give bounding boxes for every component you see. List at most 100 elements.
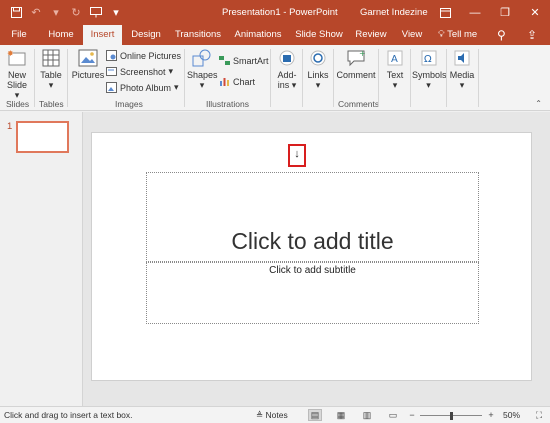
table-icon — [42, 49, 60, 67]
save-icon[interactable] — [8, 4, 24, 20]
comment-label: Comment — [336, 70, 376, 80]
group-separator — [378, 49, 379, 107]
smartart-button[interactable]: SmartArt — [219, 55, 269, 66]
subtitle-placeholder-text: Click to add subtitle — [269, 265, 356, 276]
redo-icon[interactable]: ↻ — [68, 4, 84, 20]
notes-button[interactable]: ≜ Notes — [256, 410, 288, 421]
addins-icon — [279, 50, 295, 66]
text-box-cursor-highlight: ↓ — [288, 144, 306, 167]
status-bar: Click and drag to insert a text box. ≜ N… — [0, 406, 550, 423]
table-label: Table — [40, 70, 62, 80]
group-label-comments: Comments — [338, 99, 380, 109]
online-pictures-label: Online Pictures — [120, 50, 182, 61]
smartart-icon — [219, 56, 230, 65]
tab-review[interactable]: Review — [352, 25, 390, 45]
group-separator — [410, 49, 411, 107]
close-icon[interactable]: ✕ — [520, 0, 550, 25]
screenshot-button[interactable]: Screenshot ▾ — [106, 66, 173, 77]
normal-view-icon[interactable]: ▤ — [308, 409, 322, 421]
group-label-slides: Slides — [6, 99, 30, 109]
group-label-illustrations: Illustrations — [206, 99, 249, 109]
tab-design[interactable]: Design — [128, 25, 164, 45]
photo-album-label: Photo Album — [120, 82, 172, 93]
group-separator — [270, 49, 271, 107]
zoom-out-icon[interactable]: − — [405, 409, 419, 421]
user-name[interactable]: Garnet Indezine — [360, 7, 428, 18]
pictures-icon — [78, 49, 98, 67]
tab-insert[interactable]: Insert — [83, 25, 122, 45]
undo-icon[interactable]: ↶ — [28, 4, 44, 20]
online-pictures-button[interactable]: Online Pictures — [106, 50, 181, 61]
group-label-images: Images — [115, 99, 143, 109]
addins-button[interactable]: Add- ins ▾ — [274, 49, 300, 90]
pictures-button[interactable]: Pictures — [71, 49, 105, 80]
dropdown-icon[interactable]: ▾ — [48, 4, 64, 20]
slide[interactable]: ↓ Click to add title Click to add subtit… — [91, 132, 532, 381]
lightbulb-icon: 💡︎ — [438, 29, 445, 40]
share-icon[interactable]: ⇪ — [527, 25, 537, 45]
links-button[interactable]: Links ▾ — [305, 49, 331, 90]
screenshot-label: Screenshot — [120, 66, 166, 77]
customize-toolbar-icon[interactable]: ▾ — [108, 4, 124, 20]
start-from-beginning-icon[interactable] — [88, 4, 104, 20]
tab-home[interactable]: Home — [44, 25, 78, 45]
symbols-button[interactable]: Ω Symbols ▾ — [412, 49, 447, 90]
zoom-in-icon[interactable]: + — [484, 409, 498, 421]
slide-sorter-icon[interactable]: ▦ — [334, 409, 348, 421]
svg-text:Ω: Ω — [424, 54, 432, 65]
shapes-button[interactable]: Shapes ▾ — [187, 49, 218, 90]
shapes-label: Shapes — [187, 70, 218, 80]
media-button[interactable]: Media ▾ — [448, 49, 476, 90]
tell-me-box[interactable]: 💡︎ Tell me — [438, 25, 477, 45]
comment-button[interactable]: + Comment — [336, 49, 376, 80]
collapse-ribbon-icon[interactable]: ⌃ — [535, 99, 542, 108]
tab-view[interactable]: View — [398, 25, 426, 45]
slide-thumbnail-pane: 1 — [0, 112, 82, 406]
group-separator — [67, 49, 68, 107]
slide-thumbnail[interactable] — [16, 121, 69, 153]
shapes-icon — [192, 49, 211, 67]
media-icon — [454, 50, 470, 66]
smartart-label: SmartArt — [233, 55, 269, 66]
window-title: Presentation1 - PowerPoint — [222, 7, 338, 18]
group-separator — [446, 49, 447, 107]
group-separator — [478, 49, 479, 107]
account-icon[interactable]: ⚲ — [497, 25, 506, 45]
tab-file[interactable]: File — [3, 25, 35, 45]
zoom-level[interactable]: 50% — [503, 410, 520, 420]
tab-transitions[interactable]: Transitions — [170, 25, 226, 45]
fit-slide-icon[interactable]: ⛶ — [532, 409, 546, 421]
group-label-tables: Tables — [39, 99, 64, 109]
subtitle-placeholder[interactable]: Click to add subtitle — [146, 262, 479, 324]
svg-text:✸: ✸ — [7, 49, 14, 58]
title-placeholder-text: Click to add title — [231, 228, 394, 254]
reading-view-icon[interactable]: ▥ — [360, 409, 374, 421]
window-controls: — ❐ ✕ — [430, 0, 550, 25]
tab-slide-show[interactable]: Slide Show — [295, 25, 343, 45]
group-separator — [184, 49, 185, 107]
zoom-slider-thumb[interactable] — [450, 412, 453, 420]
new-slide-label-1: New — [7, 70, 26, 80]
new-slide-icon: ✸ — [7, 49, 26, 66]
status-message: Click and drag to insert a text box. — [4, 410, 133, 420]
chart-button[interactable]: Chart — [219, 76, 255, 87]
ribbon-display-options-icon[interactable] — [430, 0, 460, 25]
slide-show-icon[interactable]: ▭ — [386, 409, 400, 421]
addins-label-2: ins — [277, 80, 290, 90]
new-slide-button[interactable]: ✸ New Slide ▾ — [4, 49, 30, 100]
restore-icon[interactable]: ❐ — [490, 0, 520, 25]
zoom-slider[interactable] — [420, 412, 482, 420]
tab-animations[interactable]: Animations — [231, 25, 285, 45]
text-icon: A — [387, 50, 403, 66]
ribbon-tabs: File Home Insert Design Transitions Anim… — [0, 25, 550, 45]
addins-label-1: Add- — [277, 70, 297, 80]
text-label: Text — [386, 70, 404, 80]
group-separator — [34, 49, 35, 107]
title-placeholder[interactable]: Click to add title — [146, 172, 479, 262]
group-separator — [333, 49, 334, 107]
text-button[interactable]: A Text ▾ — [382, 49, 408, 90]
table-button[interactable]: Table ▾ — [38, 49, 64, 90]
photo-album-button[interactable]: Photo Album ▾ — [106, 82, 179, 93]
tell-me-label: Tell me — [447, 29, 478, 40]
minimize-icon[interactable]: — — [460, 0, 490, 25]
